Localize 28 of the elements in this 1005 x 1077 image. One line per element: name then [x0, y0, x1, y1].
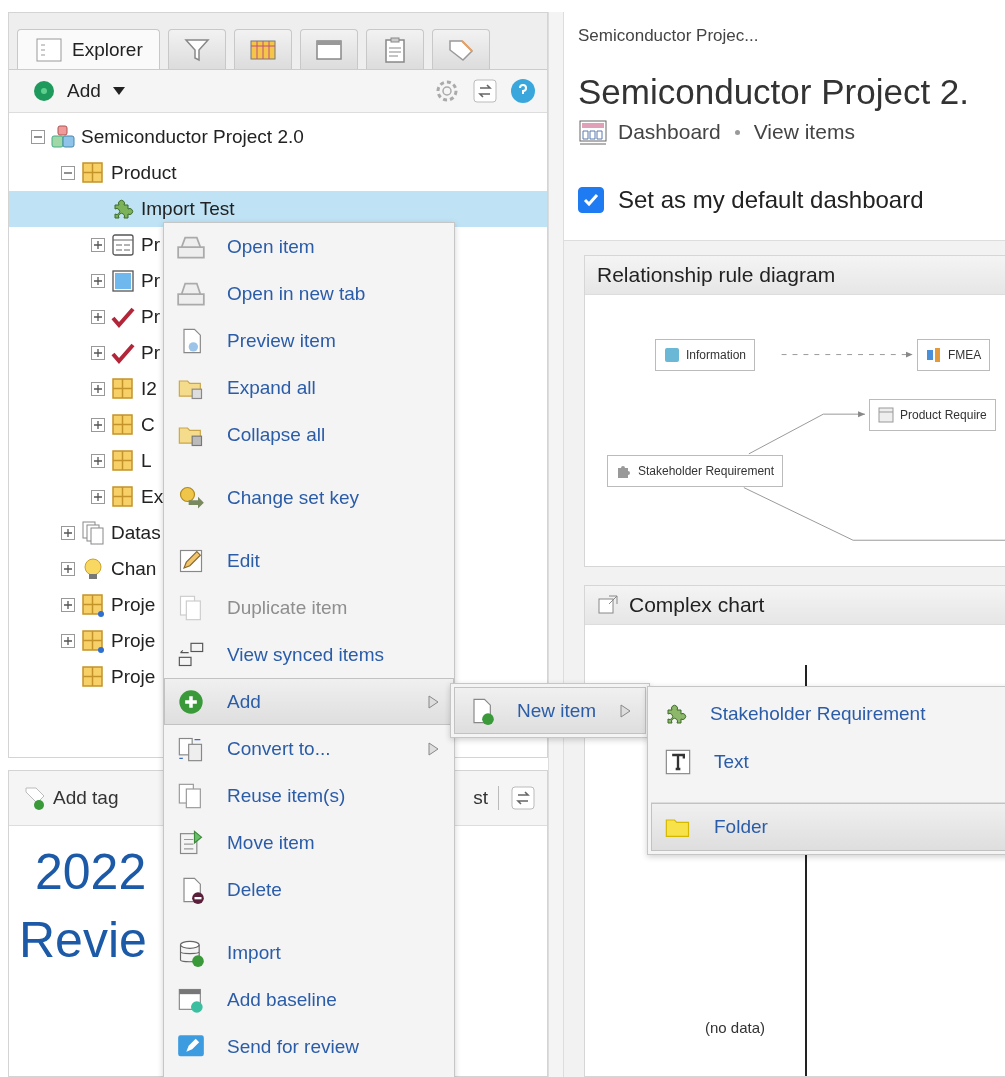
- tree-item-label: L: [141, 450, 152, 472]
- tree-item-label: Ex: [141, 486, 164, 508]
- tree-item-label: Datas: [111, 522, 161, 544]
- tree-item-label: Pr: [141, 270, 160, 292]
- headline: Revie: [19, 911, 147, 970]
- toolbar-label: st: [473, 787, 488, 809]
- tree-item-label: Pr: [141, 306, 160, 328]
- checkbox-label: Set as my default dashboard: [618, 186, 924, 214]
- tree-item-label: Pr: [141, 234, 160, 256]
- tree-item-label: Proje: [111, 666, 156, 688]
- tree-item-label: Pr: [141, 342, 160, 364]
- tree-item-label: Import Test: [141, 198, 235, 220]
- node-label: Information: [686, 348, 747, 362]
- tree-item-label: I2: [141, 378, 157, 400]
- headline: 2022: [34, 843, 147, 902]
- widget-title: Relationship rule diagram: [597, 263, 836, 287]
- node-label: Stakeholder Requirement: [638, 464, 775, 478]
- tree-item-label: Proje: [111, 594, 156, 616]
- page-title: Semiconductor Project 2.: [577, 71, 970, 112]
- node-label: FMEA: [948, 348, 982, 362]
- node-label: Product Require: [900, 408, 987, 422]
- tree-item-label: Chan: [111, 558, 157, 580]
- tree-item-label: C: [141, 414, 155, 436]
- tree-item-label: Proje: [111, 630, 156, 652]
- tree-item-label: Semiconductor Project 2.0: [81, 126, 304, 148]
- tree-item-label: Product: [111, 162, 177, 184]
- empty-chart-message: (no data): [705, 1019, 766, 1036]
- widget-title: Complex chart: [629, 593, 765, 617]
